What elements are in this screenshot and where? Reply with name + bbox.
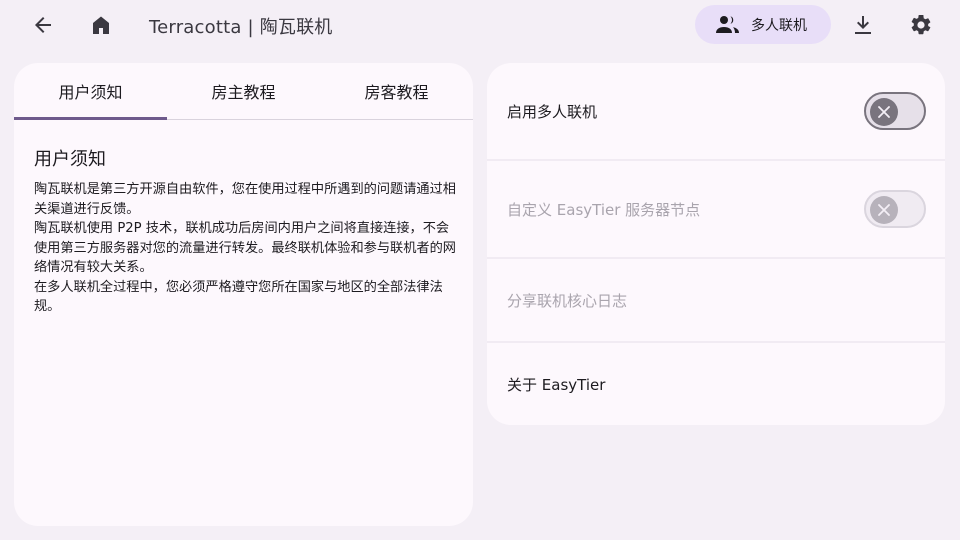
tab-bar: 用户须知 房主教程 房客教程 xyxy=(14,63,473,120)
settings-card: 启用多人联机 自定义 EasyTier 服务器节点 分享联机核心日志 关于 Ea… xyxy=(487,63,945,425)
notice-title: 用户须知 xyxy=(34,149,106,170)
top-app-bar: Terracotta | 陶瓦联机 多人联机 xyxy=(0,0,960,50)
notice-card: 用户须知 房主教程 房客教程 用户须知 陶瓦联机是第三方开源自由软件，您在使用过… xyxy=(14,63,473,526)
home-button[interactable] xyxy=(81,5,121,45)
back-button[interactable] xyxy=(23,5,63,45)
download-icon xyxy=(855,16,871,34)
multiplayer-chip[interactable]: 多人联机 xyxy=(695,5,831,44)
setting-label: 启用多人联机 xyxy=(507,102,598,121)
close-icon xyxy=(878,204,890,216)
setting-about-easytier[interactable]: 关于 EasyTier xyxy=(487,341,945,425)
setting-share-core-log: 分享联机核心日志 xyxy=(487,257,945,341)
multiplayer-chip-label: 多人联机 xyxy=(751,17,807,34)
switch-thumb xyxy=(870,98,898,126)
notice-body: 陶瓦联机是第三方开源自由软件，您在使用过程中所遇到的问题请通过相关渠道进行反馈。… xyxy=(34,180,459,317)
settings-button[interactable] xyxy=(901,5,941,45)
notice-paragraph: 陶瓦联机使用 P2P 技术，联机成功后房间内用户之间将直接连接，不会使用第三方服… xyxy=(34,221,456,275)
setting-label: 关于 EasyTier xyxy=(507,375,606,394)
setting-label: 自定义 EasyTier 服务器节点 xyxy=(507,200,701,219)
notice-paragraph: 在多人联机全过程中，您必须严格遵守您所在国家与地区的全部法律法规。 xyxy=(34,279,443,315)
gear-icon xyxy=(911,14,931,35)
arrow-left-icon xyxy=(35,17,51,33)
setting-label: 分享联机核心日志 xyxy=(507,291,628,310)
home-icon xyxy=(93,16,109,34)
app-title: Terracotta | 陶瓦联机 xyxy=(149,17,333,38)
close-icon xyxy=(878,106,890,118)
custom-node-switch xyxy=(864,190,926,228)
download-button[interactable] xyxy=(843,5,883,45)
notice-paragraph: 陶瓦联机是第三方开源自由软件，您在使用过程中所遇到的问题请通过相关渠道进行反馈。 xyxy=(34,182,456,217)
tab-guest-tutorial[interactable]: 房客教程 xyxy=(320,63,473,119)
setting-enable-multiplayer[interactable]: 启用多人联机 xyxy=(487,63,945,159)
tab-user-notice[interactable]: 用户须知 xyxy=(14,63,167,120)
enable-multiplayer-switch[interactable] xyxy=(864,92,926,130)
switch-thumb xyxy=(870,196,898,224)
setting-custom-easytier-node: 自定义 EasyTier 服务器节点 xyxy=(487,159,945,257)
people-icon xyxy=(716,15,739,33)
tab-host-tutorial[interactable]: 房主教程 xyxy=(167,63,320,119)
